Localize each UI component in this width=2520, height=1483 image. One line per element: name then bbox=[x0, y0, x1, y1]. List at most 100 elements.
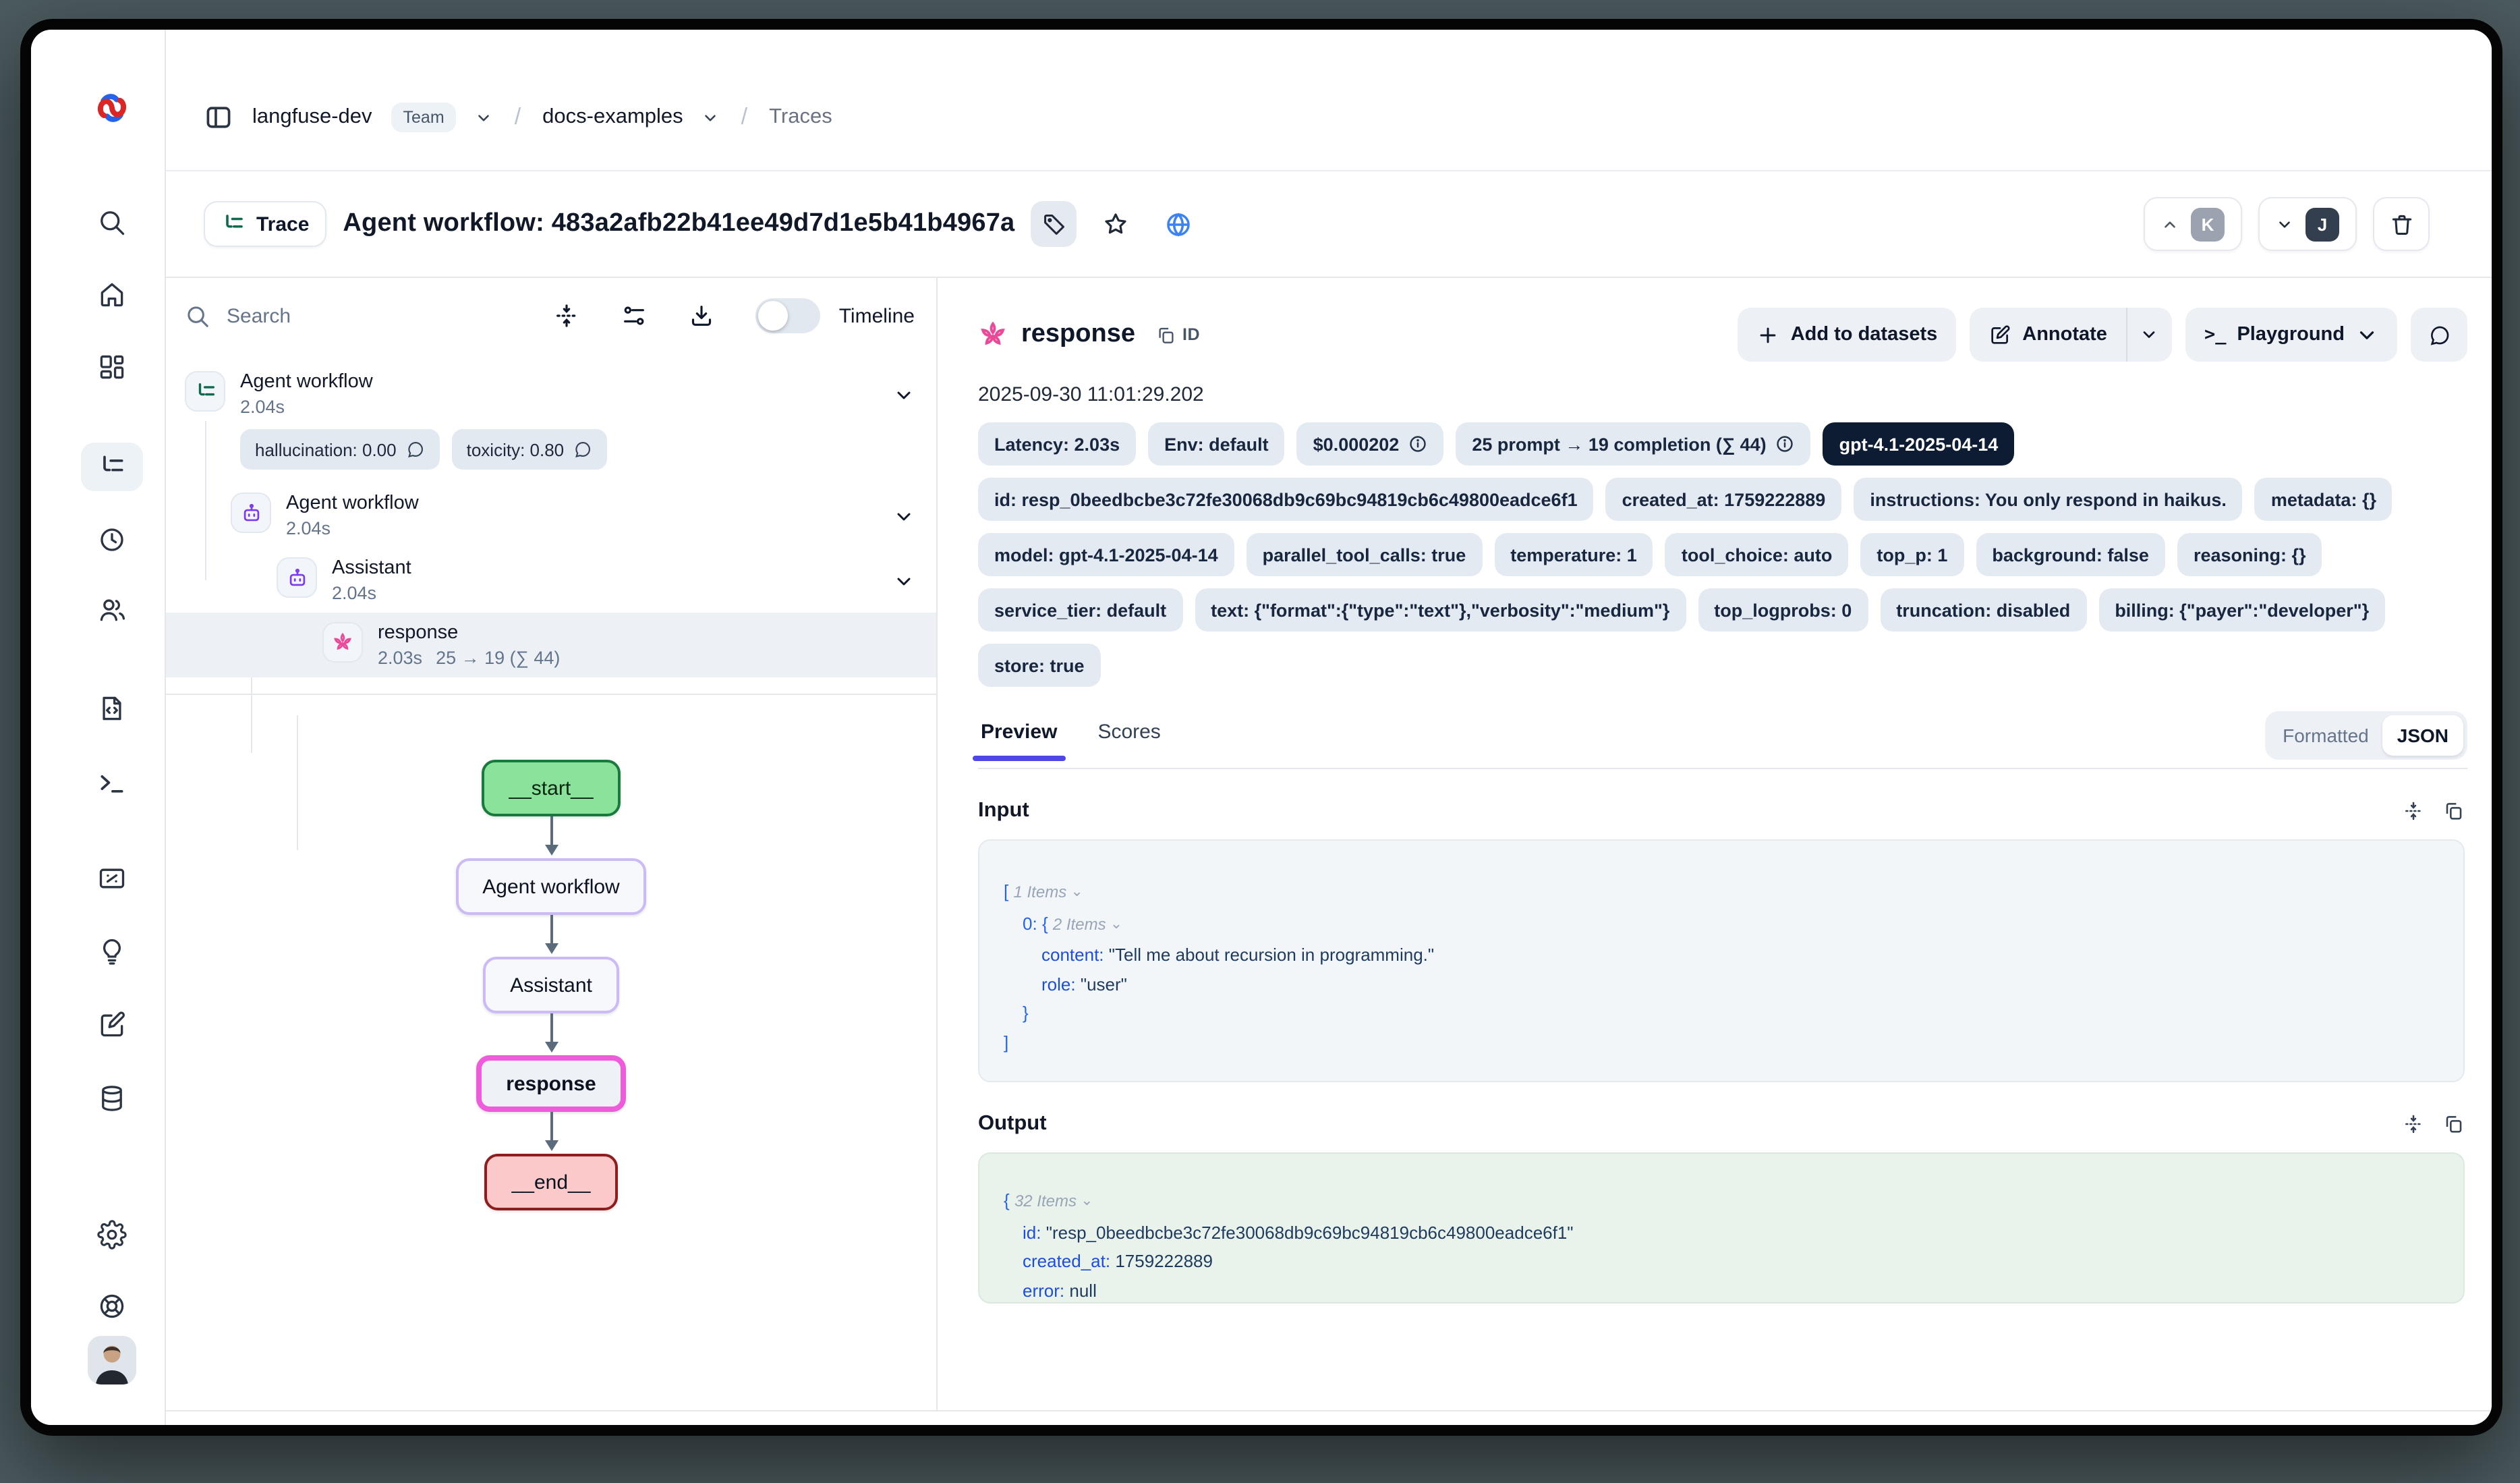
breadcrumb-bar: langfuse-dev Team / docs-examples / Trac… bbox=[166, 30, 2492, 171]
globe-icon[interactable] bbox=[1155, 201, 1201, 247]
chevron-down-icon[interactable] bbox=[702, 109, 720, 126]
tracing-icon[interactable] bbox=[97, 452, 127, 482]
support-icon[interactable] bbox=[97, 1291, 127, 1321]
annotate-button[interactable]: Annotate bbox=[1970, 308, 2126, 362]
json-items-count: 1 Items bbox=[1014, 883, 1067, 901]
evals-icon[interactable] bbox=[97, 936, 127, 966]
star-icon[interactable] bbox=[1093, 201, 1139, 247]
json-key: content: bbox=[1041, 945, 1104, 965]
panel-toggle-icon[interactable] bbox=[204, 103, 233, 132]
chevron-down-icon bbox=[2140, 325, 2159, 344]
tree-row-trace[interactable]: Agent workflow 2.04s bbox=[166, 362, 936, 426]
annotation-icon[interactable] bbox=[97, 1009, 127, 1039]
json-key: 0: bbox=[1023, 913, 1037, 933]
tree-row-agent-workflow[interactable]: Agent workflow 2.04s bbox=[166, 483, 936, 548]
chevron-down-icon[interactable]: ⌄ bbox=[1077, 1187, 1093, 1216]
cost-badge[interactable]: $0.000202 bbox=[1297, 422, 1444, 466]
format-option-json[interactable]: JSON bbox=[2382, 715, 2463, 756]
sessions-icon[interactable] bbox=[97, 525, 127, 555]
input-section-header: Input bbox=[938, 769, 2492, 823]
prompts-icon[interactable] bbox=[97, 694, 127, 723]
chevron-down-icon[interactable] bbox=[893, 506, 915, 528]
plus-icon bbox=[1757, 323, 1780, 346]
model-badge[interactable]: gpt-4.1-2025-04-14 bbox=[1823, 422, 2015, 466]
tokens-text: 25 prompt → 19 completion (∑ 44) bbox=[1472, 434, 1766, 454]
score-badge-hallucination[interactable]: hallucination: 0.00 bbox=[240, 429, 440, 470]
comments-button[interactable] bbox=[2411, 308, 2467, 362]
observation-detail-panel: response ID Add to datasets Annotate bbox=[938, 278, 2492, 1410]
tree-search[interactable] bbox=[185, 303, 513, 329]
graph-edge-arrow bbox=[539, 816, 563, 858]
text-format-badge: text: {"format":{"type":"text"},"verbosi… bbox=[1195, 588, 1686, 632]
filter-settings-icon[interactable] bbox=[621, 302, 648, 329]
breadcrumb-env[interactable]: docs-examples bbox=[542, 105, 683, 130]
trace-icon bbox=[185, 371, 225, 412]
user-avatar[interactable] bbox=[88, 1336, 136, 1384]
graph-node-end[interactable]: __end__ bbox=[485, 1154, 618, 1210]
output-title: Output bbox=[978, 1112, 1047, 1136]
settings-icon[interactable] bbox=[97, 1220, 127, 1250]
observation-title: response bbox=[1021, 320, 1135, 349]
copy-icon[interactable] bbox=[2443, 1113, 2465, 1135]
chevron-down-icon[interactable]: ⌄ bbox=[1066, 878, 1083, 907]
pen-square-icon bbox=[1988, 323, 2011, 346]
chevron-down-icon bbox=[2276, 215, 2293, 233]
scores-icon[interactable] bbox=[97, 864, 127, 893]
breadcrumb-project[interactable]: langfuse-dev bbox=[252, 105, 372, 130]
graph-edge-arrow bbox=[539, 915, 563, 957]
tab-preview[interactable]: Preview bbox=[978, 720, 1060, 759]
collapse-icon[interactable] bbox=[2403, 1113, 2424, 1135]
dashboards-icon[interactable] bbox=[97, 352, 127, 382]
graph-node-agent-workflow[interactable]: Agent workflow bbox=[455, 858, 646, 915]
timeline-toggle[interactable] bbox=[755, 298, 820, 333]
generation-icon bbox=[978, 320, 1008, 349]
graph-node-response-selected[interactable]: response bbox=[476, 1055, 625, 1112]
score-text: hallucination: 0.00 bbox=[255, 439, 397, 459]
tree-toolbar: Timeline bbox=[166, 278, 936, 354]
download-icon[interactable] bbox=[688, 302, 715, 329]
tab-scores[interactable]: Scores bbox=[1095, 720, 1163, 759]
chevron-down-icon[interactable] bbox=[893, 385, 915, 406]
format-option-formatted[interactable]: Formatted bbox=[2269, 725, 2382, 746]
json-value: 1759222889 bbox=[1115, 1251, 1213, 1271]
collapse-all-icon[interactable] bbox=[553, 302, 580, 329]
chevron-down-icon[interactable] bbox=[893, 571, 915, 592]
graph-node-assistant[interactable]: Assistant bbox=[483, 957, 619, 1013]
graph-node-start[interactable]: __start__ bbox=[482, 760, 620, 816]
tree-row-response-selected[interactable]: response 2.03s 25 → 19 (∑ 44) bbox=[166, 613, 936, 677]
delete-trace-button[interactable] bbox=[2373, 197, 2430, 251]
trace-icon bbox=[221, 212, 246, 236]
add-to-datasets-button[interactable]: Add to datasets bbox=[1738, 308, 1957, 362]
json-brace: { bbox=[1004, 1190, 1010, 1210]
search-input[interactable] bbox=[224, 303, 359, 329]
playground-icon[interactable] bbox=[97, 768, 127, 798]
collapse-icon[interactable] bbox=[2403, 800, 2424, 822]
users-icon[interactable] bbox=[97, 595, 127, 625]
annotate-label: Annotate bbox=[2022, 324, 2107, 345]
chevron-down-icon[interactable] bbox=[476, 109, 493, 126]
comment-icon bbox=[2428, 323, 2451, 346]
json-brace: } bbox=[1023, 1003, 1029, 1023]
next-trace-button[interactable]: J bbox=[2258, 197, 2357, 251]
chevron-down-icon[interactable]: ⌄ bbox=[1106, 910, 1123, 939]
tree-row-assistant[interactable]: Assistant 2.04s bbox=[166, 548, 936, 613]
langfuse-logo[interactable] bbox=[93, 89, 131, 127]
playground-button[interactable]: >_ Playground bbox=[2185, 308, 2397, 362]
datasets-icon[interactable] bbox=[97, 1084, 127, 1113]
score-badge-toxicity[interactable]: toxicity: 0.80 bbox=[452, 429, 608, 470]
copy-icon[interactable] bbox=[2443, 800, 2465, 822]
breadcrumb-page[interactable]: Traces bbox=[769, 105, 832, 130]
copy-id-button[interactable]: ID bbox=[1157, 325, 1200, 345]
info-icon bbox=[1776, 435, 1795, 453]
top-logprobs-badge: top_logprobs: 0 bbox=[1698, 588, 1868, 632]
agent-graph: __start__ Agent workflow Assistant respo… bbox=[166, 694, 936, 1410]
annotate-dropdown-button[interactable] bbox=[2126, 308, 2172, 362]
chevron-down-icon bbox=[2355, 323, 2378, 346]
tokens-badge[interactable]: 25 prompt → 19 completion (∑ 44) bbox=[1456, 422, 1810, 466]
prev-trace-button[interactable]: K bbox=[2144, 197, 2242, 251]
info-icon bbox=[1408, 435, 1427, 453]
home-icon[interactable] bbox=[97, 279, 127, 309]
trace-badge-label: Trace bbox=[256, 213, 309, 235]
search-icon[interactable] bbox=[97, 208, 127, 237]
tag-icon[interactable] bbox=[1031, 201, 1077, 247]
